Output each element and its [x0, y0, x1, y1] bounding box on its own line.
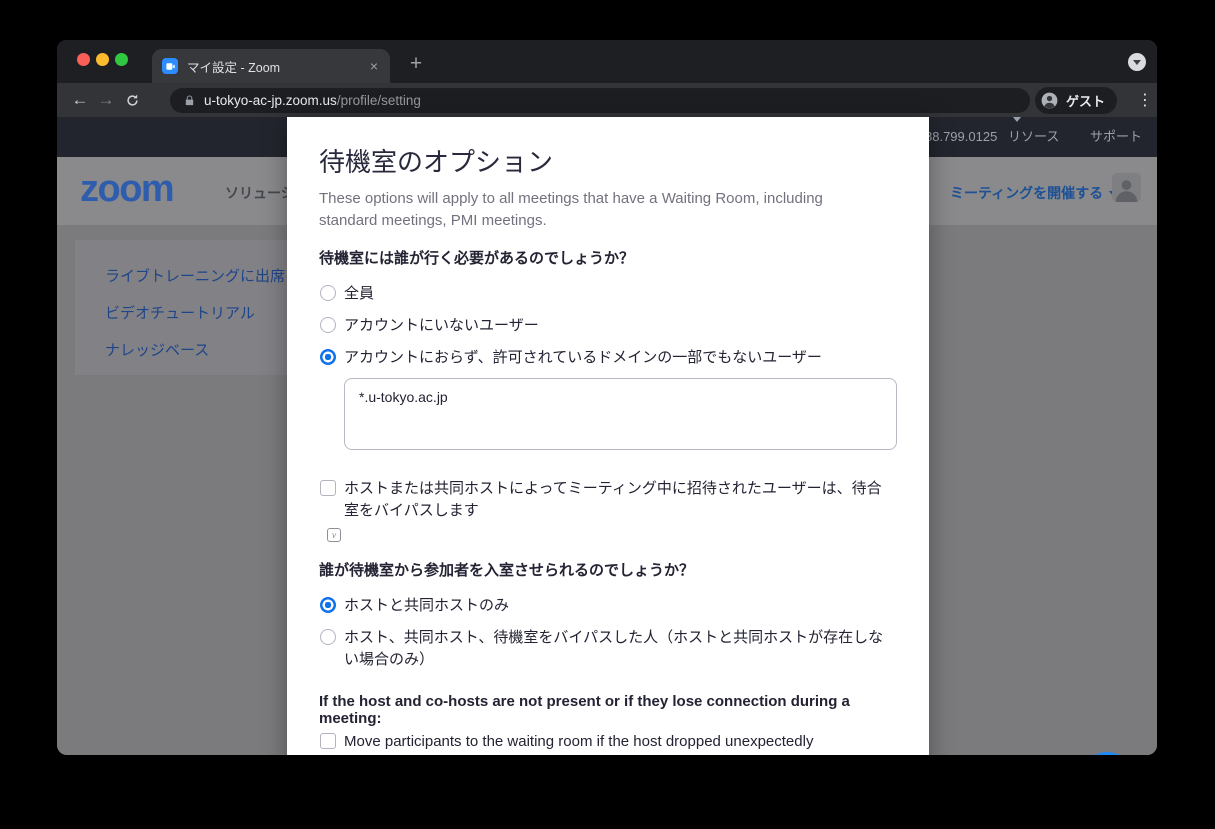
waiting-room-options-dialog: 待機室のオプション These options will apply to al…	[287, 117, 929, 755]
radio-host-cohosts-only[interactable]: ホストと共同ホストのみ	[320, 595, 895, 617]
reload-button[interactable]	[119, 93, 145, 108]
guest-label: ゲスト	[1066, 91, 1105, 110]
url-path: /profile/setting	[337, 93, 421, 108]
radio-icon[interactable]	[320, 317, 336, 333]
checkbox-icon[interactable]	[320, 733, 336, 749]
person-icon	[1040, 91, 1059, 110]
tab-strip: マイ設定 - Zoom × +	[57, 40, 1157, 83]
close-tab-icon[interactable]: ×	[368, 57, 380, 75]
browser-tab[interactable]: マイ設定 - Zoom ×	[152, 49, 390, 83]
new-tab-button[interactable]: +	[401, 50, 431, 80]
browser-window: マイ設定 - Zoom × + ← → u-tokyo-ac-jp.zoom.u…	[57, 40, 1157, 755]
chevron-down-icon	[1013, 117, 1021, 122]
user-avatar[interactable]	[1112, 173, 1141, 202]
tab-search-button[interactable]	[1128, 53, 1146, 71]
phone-number: 88.799.0125	[925, 117, 997, 157]
url-domain: u-tokyo-ac-jp.zoom.us	[204, 93, 337, 108]
link-live-training[interactable]: ライブトレーニングに出席	[105, 265, 285, 286]
zoom-logo[interactable]: zoom	[80, 168, 173, 211]
radio-everyone[interactable]: 全員	[320, 283, 895, 305]
browser-toolbar: ← → u-tokyo-ac-jp.zoom.us/profile/settin…	[57, 83, 1157, 117]
dialog-title: 待機室のオプション	[319, 142, 553, 179]
tab-title: マイ設定 - Zoom	[187, 57, 368, 76]
minimize-window-button[interactable]	[96, 53, 109, 66]
allowed-domains-input[interactable]: *.u-tokyo.ac.jp	[344, 378, 897, 450]
question-host-not-present: If the host and co-hosts are not present…	[319, 693, 879, 727]
address-bar[interactable]: u-tokyo-ac-jp.zoom.us/profile/setting	[170, 88, 1030, 113]
radio-icon[interactable]	[320, 629, 336, 645]
lock-icon	[184, 94, 195, 107]
broken-badge-icon: v	[327, 528, 341, 542]
radio-icon-selected[interactable]	[320, 349, 336, 365]
radio-host-cohosts-bypassers[interactable]: ホスト、共同ホスト、待機室をバイパスした人（ホストと共同ホストが存在しない場合の…	[320, 627, 895, 671]
zoom-window-button[interactable]	[115, 53, 128, 66]
radio-icon-selected[interactable]	[320, 597, 336, 613]
question-who-can-admit: 誰が待機室から参加者を入室させられるのでしょうか？	[319, 559, 694, 580]
forward-button[interactable]: →	[93, 90, 119, 110]
back-button[interactable]: ←	[67, 90, 93, 110]
support-link[interactable]: サポート	[1090, 117, 1142, 157]
question-who-goes-to-waiting-room: 待機室には誰が行く必要があるのでしょうか？	[319, 247, 634, 268]
checkbox-icon[interactable]	[320, 480, 336, 496]
radio-users-not-in-account[interactable]: アカウントにいないユーザー	[320, 315, 895, 337]
dialog-description: These options will apply to all meetings…	[319, 188, 864, 232]
close-window-button[interactable]	[77, 53, 90, 66]
radio-icon[interactable]	[320, 285, 336, 301]
host-meeting-menu[interactable]: ミーティングを開催する	[950, 183, 1117, 203]
zoom-favicon-icon	[162, 58, 178, 74]
link-knowledge-base[interactable]: ナレッジベース	[105, 339, 209, 360]
checkbox-bypass-invited-users[interactable]: ホストまたは共同ホストによってミーティング中に招待されたユーザーは、待合室をバイ…	[320, 478, 895, 522]
checkbox-move-participants[interactable]: Move participants to the waiting room if…	[320, 731, 895, 753]
page-background: 88.799.0125 リソース サポート zoom ソリューション ミーティン…	[57, 117, 1157, 755]
profile-guest-button[interactable]: ゲスト	[1035, 87, 1117, 114]
link-video-tutorials[interactable]: ビデオチュートリアル	[105, 302, 255, 323]
chevron-down-icon	[1133, 60, 1141, 65]
browser-menu-button[interactable]: ⋮	[1134, 88, 1156, 113]
radio-users-not-in-allowed-domains[interactable]: アカウントにおらず、許可されているドメインの一部でもないユーザー	[320, 347, 895, 369]
